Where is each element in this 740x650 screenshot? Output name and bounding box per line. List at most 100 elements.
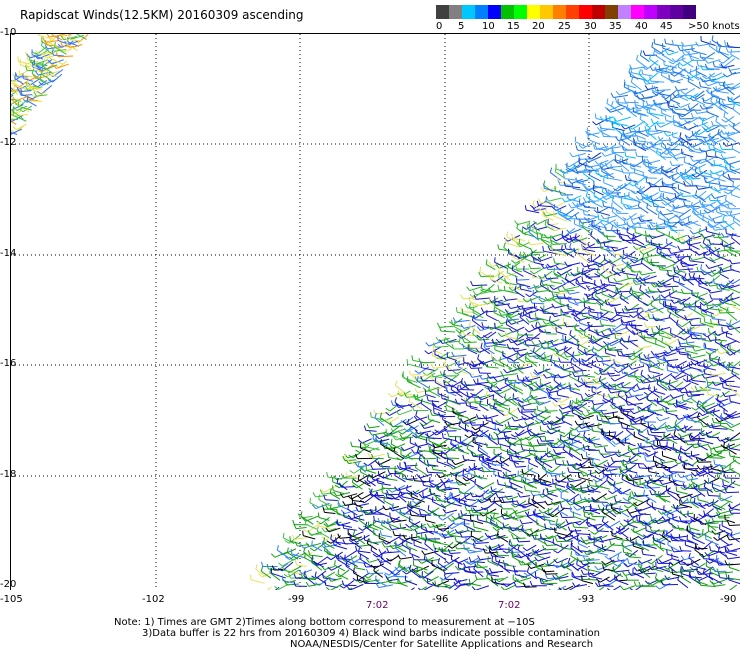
wind-barb [705, 181, 720, 185]
wind-barb-flag [554, 458, 557, 465]
wind-barb [609, 359, 622, 364]
wind-barb [689, 366, 702, 371]
wind-barb-flag [575, 167, 578, 173]
wind-barb-flag [643, 489, 646, 495]
wind-barb [584, 214, 597, 217]
wind-barb [483, 310, 497, 313]
wind-barb-flag [558, 404, 563, 410]
wind-barb-flag [649, 65, 654, 71]
wind-barb-flag [508, 282, 511, 288]
wind-barb [670, 250, 684, 254]
wind-barb-flag [668, 475, 671, 481]
wind-barb [630, 109, 642, 113]
wind-barb-flag [418, 493, 423, 499]
wind-barb-flag [643, 140, 646, 146]
wind-barb-flag [671, 107, 674, 113]
wind-barb-flag [559, 209, 562, 215]
wind-barb [585, 382, 601, 386]
wind-barb-flag [582, 438, 587, 443]
wind-barb-flag [575, 145, 578, 151]
wind-barb-flag [344, 453, 347, 459]
wind-barb [532, 251, 545, 254]
wind-barb-flag [570, 429, 572, 435]
wind-barb-flag [631, 490, 634, 496]
wind-barb [583, 375, 596, 378]
wind-barb-flag [535, 321, 538, 327]
wind-barb [555, 451, 568, 455]
wind-barb [550, 360, 560, 368]
wind-barb-flag [623, 97, 626, 103]
wind-barb [703, 256, 716, 264]
wind-barb-flag [573, 506, 578, 511]
wind-barb-flag [553, 449, 557, 454]
wind-barb [732, 185, 740, 191]
wind-barb-flag [698, 513, 704, 518]
wind-barb [440, 330, 456, 333]
wind-barb [508, 412, 519, 419]
wind-barb-flag [635, 273, 639, 279]
wind-barb-flag [653, 49, 656, 55]
wind-barb-flag [690, 476, 694, 482]
wind-barb [625, 442, 636, 447]
wind-barb [572, 187, 587, 192]
wind-barb [549, 397, 561, 400]
wind-barb [708, 457, 723, 459]
wind-barb [352, 446, 367, 448]
wind-barb-flag [557, 180, 561, 186]
wind-barb-flag [477, 368, 481, 374]
wind-barb-flag [616, 384, 621, 389]
wind-barb-flag [702, 97, 705, 103]
wind-barb [730, 269, 740, 273]
wind-barb [567, 262, 581, 267]
wind-barb [629, 509, 642, 514]
wind-barb-flag [508, 443, 511, 449]
wind-barb-flag [710, 313, 713, 319]
wind-barb-flag [553, 257, 556, 264]
wind-barb-flag [591, 346, 595, 352]
wind-barb [608, 281, 623, 285]
wind-barb-flag [639, 114, 642, 120]
wind-barb [659, 417, 670, 422]
wind-barb [532, 444, 547, 447]
wind-barb-flag [584, 392, 589, 398]
wind-barb [568, 275, 582, 283]
wind-barb [537, 289, 548, 293]
wind-barb-flag [569, 400, 572, 406]
wind-barb-flag [728, 503, 731, 509]
wind-barb-flag [661, 95, 667, 100]
wind-barb [670, 99, 681, 105]
wind-barb [603, 411, 618, 415]
wind-barb [475, 291, 491, 296]
wind-barb-flag [704, 58, 709, 64]
wind-barb-flag [357, 495, 363, 500]
wind-barb-flag [470, 301, 475, 307]
wind-barb-flag [696, 60, 699, 66]
wind-barb [594, 148, 607, 151]
wind-barb-flag [603, 393, 605, 399]
wind-barb-flag [474, 397, 476, 403]
wind-barb-flag [711, 120, 714, 126]
wind-barb-flag [625, 395, 628, 401]
wind-barb-flag [462, 477, 467, 482]
wind-barb-flag [711, 417, 715, 423]
wind-barb-flag [657, 490, 660, 496]
wind-barb-flag [607, 393, 611, 399]
wind-barb-flag [464, 494, 467, 500]
wind-barbs [0, 25, 740, 596]
wind-barb-flag [478, 454, 481, 460]
wind-barb-flag [684, 273, 687, 279]
wind-barb [553, 295, 566, 299]
wind-barb-flag [677, 453, 681, 459]
wind-barb-flag [729, 319, 732, 325]
wind-barb-flag [645, 124, 651, 128]
wind-barb-flag [707, 467, 710, 473]
wind-barb [533, 396, 547, 400]
wind-barb [713, 170, 723, 175]
wind-barb-flag [458, 337, 461, 343]
wind-barb-flag [577, 375, 580, 382]
wind-barb [679, 450, 693, 460]
wind-barb-flag [629, 287, 632, 293]
wind-barb-flag [597, 126, 601, 132]
wind-barb [691, 324, 707, 327]
wind-barb-flag [414, 462, 418, 468]
